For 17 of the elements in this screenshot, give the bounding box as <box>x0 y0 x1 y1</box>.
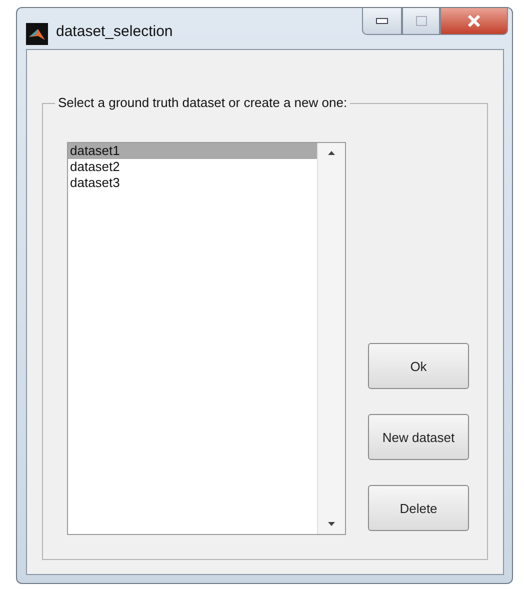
dialog-button[interactable]: Ok <box>368 343 469 389</box>
app-logo-icon <box>26 23 48 45</box>
maximize-icon <box>416 16 426 26</box>
list-item[interactable]: dataset2 <box>68 159 317 175</box>
close-icon <box>467 15 481 27</box>
window-title: dataset_selection <box>56 23 173 40</box>
dataset-list[interactable]: dataset1 dataset2 dataset3 <box>67 142 346 535</box>
list-item[interactable]: dataset1 <box>68 143 317 159</box>
group-label: Select a ground truth dataset or create a new one: <box>55 95 350 110</box>
list-item[interactable]: dataset3 <box>68 175 317 191</box>
minimize-button[interactable] <box>362 8 402 35</box>
minimize-icon <box>376 18 388 24</box>
scroll-up-icon[interactable] <box>328 151 335 155</box>
dialog-button[interactable]: New dataset <box>368 414 469 460</box>
close-button[interactable] <box>440 8 508 35</box>
scroll-down-icon[interactable] <box>328 522 335 526</box>
dialog-button[interactable]: Delete <box>368 485 469 531</box>
